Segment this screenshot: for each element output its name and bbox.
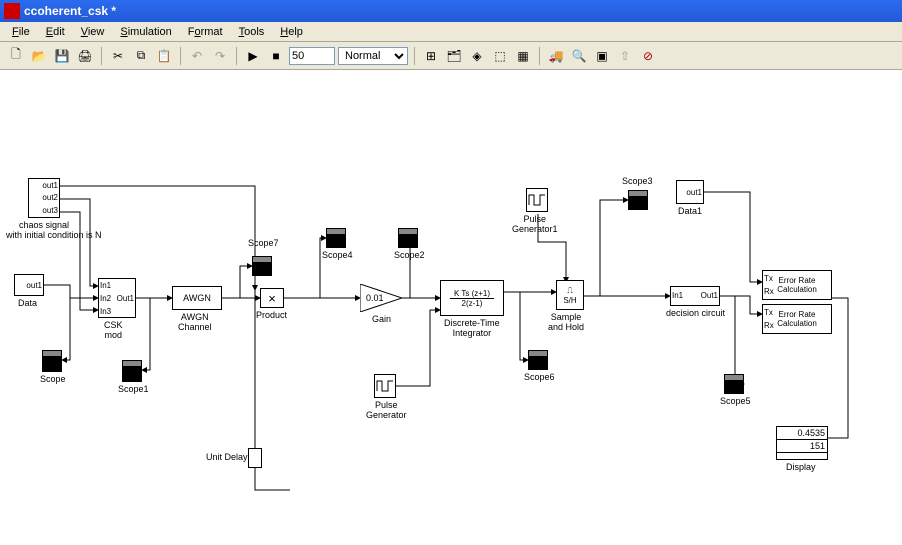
- label-integrator: Discrete-Time Integrator: [444, 318, 500, 338]
- new-icon[interactable]: 🗋: [6, 46, 26, 66]
- tool-icon-8[interactable]: ▣: [592, 46, 612, 66]
- label-pulsegen1: Pulse Generator1: [512, 214, 558, 234]
- block-decision[interactable]: In1 Out1: [670, 286, 720, 306]
- undo-icon[interactable]: ↶: [187, 46, 207, 66]
- block-chaos-signal[interactable]: out1 out2 out3: [28, 178, 60, 218]
- label-product: Product: [256, 310, 287, 320]
- tool-icon-5[interactable]: ▦: [513, 46, 533, 66]
- paste-icon[interactable]: 📋: [154, 46, 174, 66]
- save-icon[interactable]: 💾: [52, 46, 72, 66]
- block-err1[interactable]: Tx Rx Error Rate Calculation: [762, 270, 832, 300]
- block-data[interactable]: out1: [14, 274, 44, 296]
- block-display[interactable]: 0.4535 151: [776, 426, 828, 460]
- menu-help[interactable]: Help: [272, 24, 311, 40]
- label-scope5: Scope5: [720, 396, 751, 406]
- tool-icon-1[interactable]: ⊞: [421, 46, 441, 66]
- block-pulsegen1[interactable]: [526, 188, 548, 212]
- label-pulsegen: Pulse Generator: [366, 400, 407, 420]
- menu-tools[interactable]: Tools: [231, 24, 273, 40]
- label-display: Display: [786, 462, 816, 472]
- menubar: File Edit View Simulation Format Tools H…: [0, 22, 902, 42]
- label-scope1: Scope1: [118, 384, 149, 394]
- label-gain: Gain: [372, 314, 391, 324]
- label-decision: decision circuit: [666, 308, 725, 318]
- print-icon[interactable]: 🖨: [75, 46, 95, 66]
- block-gain[interactable]: 0.01: [360, 284, 402, 315]
- block-scope6[interactable]: [528, 350, 548, 370]
- app-icon: [4, 3, 20, 19]
- label-scope7: Scope7: [248, 238, 279, 248]
- label-scope: Scope: [40, 374, 66, 384]
- block-scope[interactable]: [42, 350, 62, 372]
- cut-icon[interactable]: ✂: [108, 46, 128, 66]
- redo-icon[interactable]: ↷: [210, 46, 230, 66]
- block-unitdelay[interactable]: [248, 448, 262, 468]
- label-cskmod: CSK mod: [104, 320, 123, 340]
- block-csk-mod[interactable]: In1 In2 In3 Out1: [98, 278, 136, 318]
- titlebar: ccoherent_csk *: [0, 0, 902, 22]
- up-icon[interactable]: ⇧: [615, 46, 635, 66]
- menu-edit[interactable]: Edit: [38, 24, 73, 40]
- window-title: ccoherent_csk *: [24, 4, 116, 18]
- label-awgn: AWGN Channel: [178, 312, 212, 332]
- block-err2[interactable]: Tx Rx Error Rate Calculation: [762, 304, 832, 334]
- menu-file[interactable]: File: [4, 24, 38, 40]
- menu-simulation[interactable]: Simulation: [112, 24, 179, 40]
- tool-icon-4[interactable]: ⬚: [490, 46, 510, 66]
- block-scope7[interactable]: [252, 256, 272, 276]
- block-scope4[interactable]: [326, 228, 346, 248]
- tool-icon-3[interactable]: ◈: [467, 46, 487, 66]
- svg-text:0.01: 0.01: [366, 293, 384, 303]
- label-chaos: chaos signal with initial condition is N: [6, 220, 82, 240]
- block-scope3[interactable]: [628, 190, 648, 210]
- open-icon[interactable]: 📂: [29, 46, 49, 66]
- label-data: Data: [18, 298, 37, 308]
- block-scope1[interactable]: [122, 360, 142, 382]
- toolbar: 🗋 📂 💾 🖨 ✂ ⧉ 📋 ↶ ↷ ▶ ■ Normal ⊞ 🗂 ◈ ⬚ ▦ 🚚…: [0, 42, 902, 70]
- label-unitdelay: Unit Delay: [206, 452, 248, 462]
- block-sample-hold[interactable]: ⎍ S/H: [556, 280, 584, 310]
- block-product[interactable]: ×: [260, 288, 284, 308]
- play-icon[interactable]: ▶: [243, 46, 263, 66]
- block-integrator[interactable]: K Ts (z+1) 2(z-1): [440, 280, 504, 316]
- menu-format[interactable]: Format: [180, 24, 231, 40]
- label-data1: Data1: [678, 206, 702, 216]
- copy-icon[interactable]: ⧉: [131, 46, 151, 66]
- model-canvas[interactable]: out1 out2 out3 chaos signal with initial…: [0, 70, 902, 545]
- tool-icon-2[interactable]: 🗂: [444, 46, 464, 66]
- block-pulsegen[interactable]: [374, 374, 396, 398]
- label-scope6: Scope6: [524, 372, 555, 382]
- tool-icon-6[interactable]: 🚚: [546, 46, 566, 66]
- block-scope2[interactable]: [398, 228, 418, 248]
- tool-icon-9[interactable]: ⊘: [638, 46, 658, 66]
- label-scope3: Scope3: [622, 176, 653, 186]
- block-data1[interactable]: out1: [676, 180, 704, 204]
- tool-icon-7[interactable]: 🔍: [569, 46, 589, 66]
- stoptime-input[interactable]: [289, 47, 335, 65]
- label-scope4: Scope4: [322, 250, 353, 260]
- menu-view[interactable]: View: [73, 24, 113, 40]
- label-sh: Sample and Hold: [548, 312, 584, 332]
- block-scope5[interactable]: [724, 374, 744, 394]
- label-scope2: Scope2: [394, 250, 425, 260]
- stop-icon[interactable]: ■: [266, 46, 286, 66]
- block-awgn[interactable]: AWGN: [172, 286, 222, 310]
- mode-select[interactable]: Normal: [338, 47, 408, 65]
